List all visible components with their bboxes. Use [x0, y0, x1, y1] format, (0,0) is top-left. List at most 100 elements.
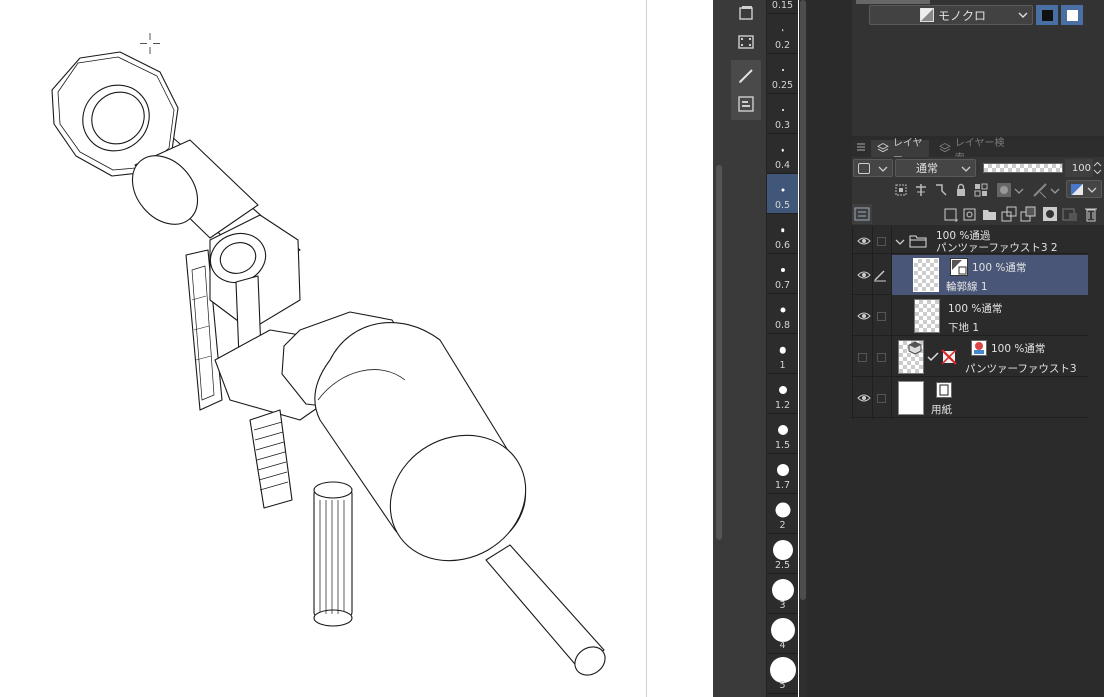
pen-icon	[739, 69, 753, 83]
brush-size-item[interactable]: 0.3	[767, 94, 798, 134]
new-raster-layer-icon[interactable]	[944, 206, 960, 222]
brush-size-dot	[777, 425, 788, 435]
ruler-range-icon[interactable]	[1032, 182, 1048, 198]
brush-size-label: 4	[779, 640, 786, 651]
brush-size-dot	[781, 148, 784, 152]
brush-size-item[interactable]: 1.7	[767, 454, 798, 494]
brush-size-dot	[778, 386, 787, 394]
edit-pen-icon	[874, 270, 886, 282]
layer-color-button[interactable]	[853, 159, 893, 177]
brush-size-item[interactable]: 0.8	[767, 294, 798, 334]
pen-tool-button[interactable]	[731, 60, 761, 120]
brush-size-label: 1.2	[774, 400, 791, 411]
trash-icon[interactable]	[1083, 206, 1099, 222]
layer-thumbnail	[914, 299, 940, 333]
layer-property-toggle[interactable]	[852, 204, 872, 224]
opacity-slider[interactable]	[983, 163, 1063, 173]
brush-size-item[interactable]: 5	[767, 654, 798, 694]
new-vector-layer-icon[interactable]	[963, 206, 979, 222]
layer-row-folder[interactable]: 100 %通過 パンツァーファウスト3 2	[852, 226, 1088, 254]
layer-row-selected[interactable]: 100 %通常 輪郭線 1	[852, 255, 1088, 295]
brush-size-item[interactable]: 0.6	[767, 214, 798, 254]
apply-mask-icon[interactable]	[1062, 206, 1078, 222]
brush-size-item[interactable]: 1	[767, 334, 798, 374]
brush-size-item[interactable]: 0.7	[767, 254, 798, 294]
rect-icon	[858, 163, 870, 174]
tab-layer-search[interactable]: レイヤー検索	[933, 138, 1009, 164]
brush-size-dot	[772, 540, 793, 560]
brush-size-label: 1	[779, 360, 786, 371]
mask-enable-icon[interactable]	[996, 182, 1012, 198]
eye-icon[interactable]	[857, 236, 871, 246]
layer-name: パンツァーファウスト3	[965, 363, 1077, 375]
tool-panel-scrollbar[interactable]	[716, 165, 722, 540]
brush-size-dot	[781, 188, 784, 192]
lock-icon[interactable]	[953, 182, 969, 198]
brush-size-dot	[781, 69, 784, 71]
layer-mask-icon[interactable]	[1042, 206, 1058, 222]
layer-tool-button[interactable]	[731, 0, 761, 26]
brush-size-item[interactable]: 2	[767, 494, 798, 534]
layer-color-swatch-button[interactable]	[1066, 180, 1102, 198]
brush-size-dot	[776, 464, 789, 476]
brush-size-item[interactable]: 3	[767, 574, 798, 614]
paper-thumbnail	[898, 381, 924, 415]
eye-icon[interactable]	[857, 270, 871, 280]
brush-size-item[interactable]: 2.5	[767, 534, 798, 574]
checkmark-icon	[927, 352, 939, 362]
drawing-canvas[interactable]	[0, 0, 647, 697]
tab-layer[interactable]: レイヤー	[871, 138, 929, 164]
film-icon	[738, 35, 754, 49]
chevron-down-icon[interactable]	[895, 237, 905, 247]
brush-size-item[interactable]: 0.15	[767, 0, 798, 14]
brush-size-item[interactable]: 0.4	[767, 134, 798, 174]
layer-stack-icon	[739, 6, 753, 20]
reference-layer-icon[interactable]	[913, 182, 929, 198]
canvas-margin	[647, 0, 713, 697]
3d-layer-type-icon	[971, 340, 987, 356]
brush-size-item[interactable]: 0.2	[767, 14, 798, 54]
brush-size-dot	[771, 579, 794, 601]
brush-size-item-selected[interactable]: 0.5	[767, 174, 798, 214]
layer-row-paper[interactable]: 用紙	[852, 378, 1088, 418]
layer-main[interactable]: 100 %通常 下地 1	[891, 296, 1088, 336]
merge-down-icon[interactable]	[1020, 206, 1036, 222]
panel-menu-icon[interactable]	[857, 143, 865, 151]
new-folder-icon[interactable]	[982, 206, 998, 222]
brush-size-label: 5	[779, 680, 786, 691]
color-mode-select[interactable]: モノクロ	[869, 5, 1033, 25]
brush-size-item[interactable]: 4	[767, 614, 798, 654]
brush-palette-scroll-thumb[interactable]	[800, 0, 806, 600]
layer-list-divider	[891, 226, 892, 419]
layer-row[interactable]: 100 %通常 下地 1	[852, 296, 1088, 336]
eye-icon[interactable]	[857, 311, 871, 321]
brush-size-item[interactable]: 1.2	[767, 374, 798, 414]
visibility-box-hidden[interactable]	[858, 353, 867, 362]
brush-size-item[interactable]: 1.5	[767, 414, 798, 454]
chevron-down-icon[interactable]	[1014, 186, 1024, 196]
layer-lock-box[interactable]	[877, 237, 886, 246]
white-color-button[interactable]	[1061, 5, 1083, 25]
chevron-down-icon[interactable]	[1050, 186, 1060, 196]
lock-transparent-icon[interactable]	[973, 182, 989, 198]
eye-icon[interactable]	[857, 393, 871, 403]
draft-layer-icon[interactable]	[933, 182, 949, 198]
brush-size-item[interactable]: 0.25	[767, 54, 798, 94]
brush-size-label: 2	[779, 520, 786, 531]
layer-lock-box[interactable]	[877, 312, 886, 321]
transfer-down-icon[interactable]	[1001, 206, 1017, 222]
layer-row-3d[interactable]: 100 %通常 パンツァーファウスト3	[852, 337, 1088, 377]
folder-icon	[909, 235, 927, 248]
blend-mode-select[interactable]: 通常	[895, 159, 976, 177]
layer-main-selected[interactable]: 100 %通常 輪郭線 1	[891, 255, 1088, 295]
black-color-button[interactable]	[1036, 5, 1058, 25]
layer-lock-box[interactable]	[877, 394, 886, 403]
layers-icon	[877, 142, 889, 153]
animation-tool-button[interactable]	[731, 27, 761, 57]
clip-layer-icon[interactable]	[893, 182, 909, 198]
layer-list-divider	[872, 226, 873, 419]
brush-size-palette: 0.15 0.2 0.25 0.3 0.4 0.5 0.6 0.7 0.8 1 …	[766, 0, 798, 697]
opacity-input[interactable]: 100	[1065, 159, 1093, 177]
opacity-stepper-icon[interactable]	[1093, 161, 1102, 175]
layer-lock-box[interactable]	[877, 353, 886, 362]
